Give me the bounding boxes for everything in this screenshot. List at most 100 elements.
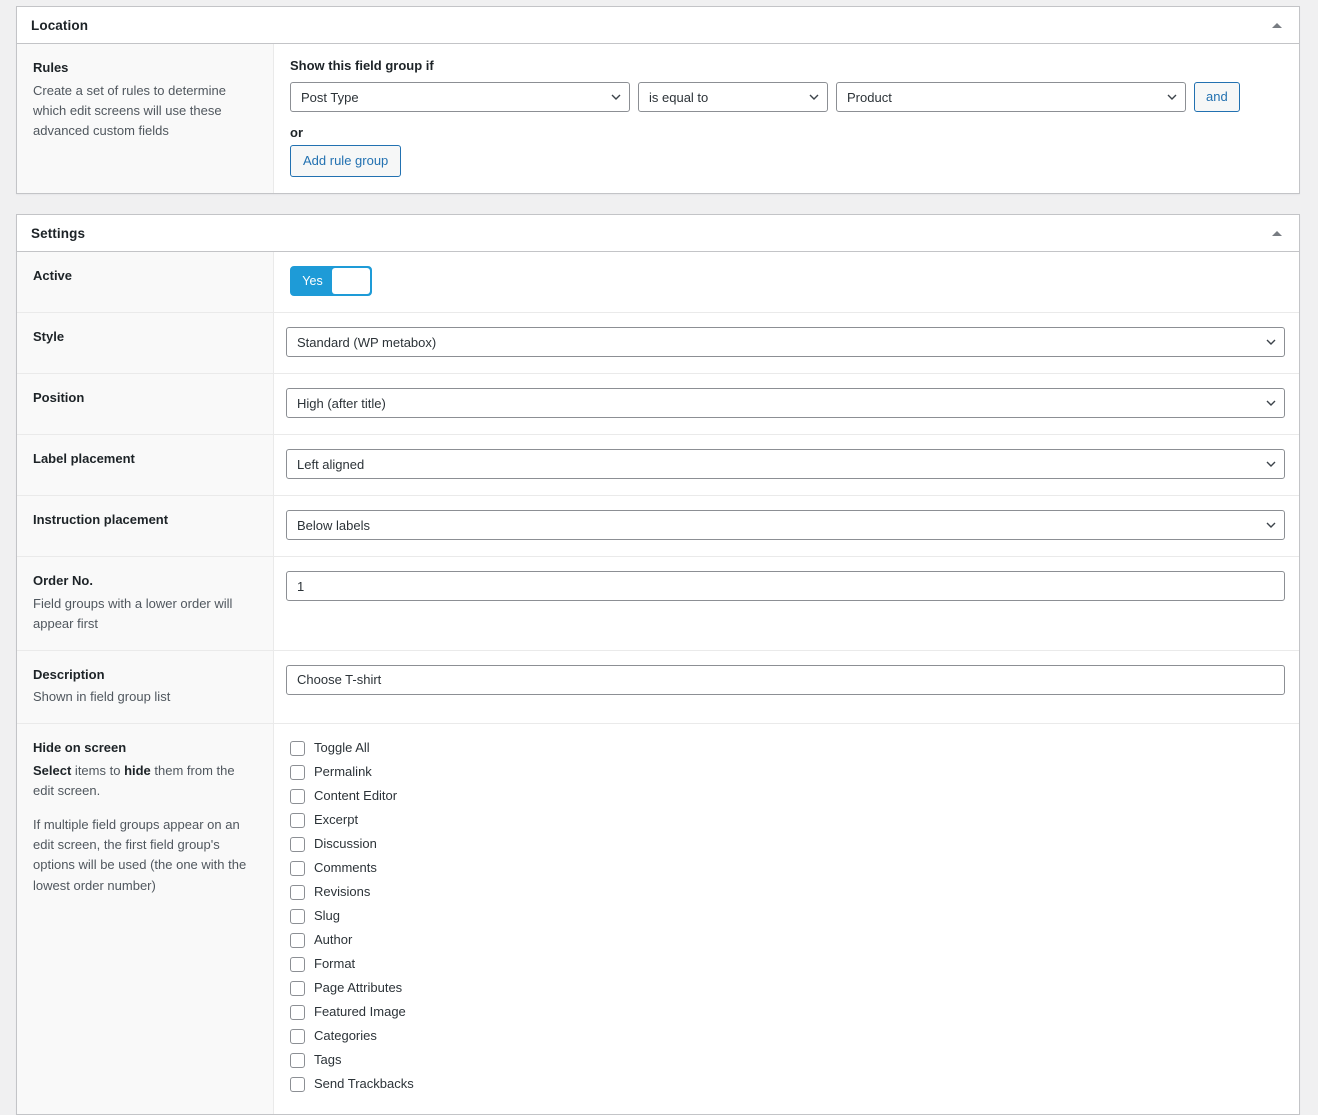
hide-on-screen-checkbox-label: Permalink: [314, 764, 372, 780]
checkbox-icon[interactable]: [290, 956, 305, 972]
rules-label-cell: Rules Create a set of rules to determine…: [17, 44, 274, 193]
checkbox-icon[interactable]: [290, 1052, 305, 1068]
hide-on-screen-checkbox-list: Toggle All Permalink Content Editor Excerpt…: [286, 736, 1285, 1096]
rule-param-select-wrap: [290, 82, 630, 112]
instruction-placement-label: Instruction placement: [33, 512, 169, 527]
label-placement-label: Label placement: [33, 451, 135, 466]
rule-operator-select[interactable]: [638, 82, 828, 112]
description-control-cell: [274, 650, 1299, 724]
hide-on-screen-checkbox-item[interactable]: Send Trackbacks: [290, 1072, 1285, 1096]
rules-intro-label: Show this field group if: [290, 58, 434, 73]
hide-on-screen-checkbox-item[interactable]: Discussion: [290, 832, 1285, 856]
hide-on-screen-label-cell: Hide on screen Select items to hide them…: [17, 724, 274, 1115]
hide-on-screen-checkbox-label: Discussion: [314, 836, 377, 852]
position-select[interactable]: [286, 388, 1285, 418]
hide-on-screen-checkbox-item[interactable]: Comments: [290, 856, 1285, 880]
position-select-wrap: [286, 388, 1285, 418]
hide-on-screen-checkbox-item[interactable]: Featured Image: [290, 1000, 1285, 1024]
settings-panel-header[interactable]: Settings: [17, 215, 1299, 252]
hide-desc-bold-hide: hide: [124, 762, 151, 778]
triangle-up-icon[interactable]: [1267, 15, 1287, 35]
active-toggle[interactable]: Yes: [290, 266, 372, 296]
location-panel-header[interactable]: Location: [17, 7, 1299, 44]
active-toggle-on-text: Yes: [302, 274, 323, 288]
label-placement-label-cell: Label placement: [17, 435, 274, 495]
hide-on-screen-checkbox-label: Toggle All: [314, 740, 370, 756]
description-label-cell: Description Shown in field group list: [17, 650, 274, 724]
hide-on-screen-checkbox-label: Author: [314, 932, 353, 948]
hide-on-screen-checkbox-label: Tags: [314, 1052, 342, 1068]
order-no-description: Field groups with a lower order will app…: [33, 595, 233, 631]
style-select[interactable]: [286, 327, 1285, 357]
checkbox-icon[interactable]: [290, 836, 305, 852]
checkbox-icon[interactable]: [290, 788, 305, 804]
instruction-placement-select[interactable]: [286, 510, 1285, 540]
hide-on-screen-checkbox-item[interactable]: Format: [290, 952, 1285, 976]
hide-on-screen-checkbox-item[interactable]: Slug: [290, 904, 1285, 928]
settings-panel-title: Settings: [31, 225, 86, 241]
checkbox-icon[interactable]: [290, 740, 305, 756]
checkbox-icon[interactable]: [290, 1028, 305, 1044]
hide-on-screen-checkbox-label: Content Editor: [314, 788, 398, 804]
hide-on-screen-checkbox-item[interactable]: Permalink: [290, 760, 1285, 784]
checkbox-icon[interactable]: [290, 908, 305, 924]
instruction-placement-control-cell: [274, 496, 1299, 556]
hide-on-screen-checkbox-item[interactable]: Author: [290, 928, 1285, 952]
hide-on-screen-checkbox-item[interactable]: Content Editor: [290, 784, 1285, 808]
triangle-up-icon[interactable]: [1267, 223, 1287, 243]
position-control-cell: [274, 374, 1299, 434]
checkbox-icon[interactable]: [290, 812, 305, 828]
setting-row-description: Description Shown in field group list: [17, 650, 1299, 725]
rule-value-select-wrap: [836, 82, 1186, 112]
label-placement-control-cell: [274, 435, 1299, 495]
style-label: Style: [33, 329, 65, 344]
description-label: Description: [33, 666, 105, 682]
add-and-rule-button[interactable]: and: [1194, 82, 1240, 112]
rules-control-cell: Show this field group if Post Type is eq…: [274, 44, 1299, 193]
position-label: Position: [33, 390, 85, 405]
checkbox-icon[interactable]: [290, 932, 305, 948]
hide-on-screen-checkbox-item[interactable]: Excerpt: [290, 808, 1285, 832]
rule-value-select[interactable]: [836, 82, 1186, 112]
hide-on-screen-checkbox-label: Excerpt: [314, 812, 359, 828]
rule-group-row: and: [290, 82, 1285, 112]
active-control-cell: Yes: [274, 252, 1299, 312]
hide-on-screen-label: Hide on screen: [33, 740, 127, 756]
hide-on-screen-description: Select items to hide them from the edit …: [33, 761, 257, 896]
description-input[interactable]: [286, 664, 1285, 695]
hide-on-screen-description-p1: Select items to hide them from the edit …: [33, 761, 257, 801]
active-label-cell: Active: [17, 252, 274, 312]
hide-on-screen-checkbox-item[interactable]: Revisions: [290, 880, 1285, 904]
order-no-control-cell: [274, 557, 1299, 650]
add-rule-group-button[interactable]: Add rule group: [290, 145, 402, 177]
checkbox-icon[interactable]: [290, 1004, 305, 1020]
hide-on-screen-checkbox-label: Send Trackbacks: [314, 1076, 414, 1092]
rule-param-select[interactable]: [290, 82, 630, 112]
style-control-cell: [274, 313, 1299, 373]
order-no-label: Order No.: [33, 573, 93, 588]
checkbox-icon[interactable]: [290, 980, 305, 996]
instruction-placement-select-wrap: [286, 510, 1285, 540]
rules-description: Create a set of rules to determine which…: [33, 82, 226, 138]
order-no-input[interactable]: [286, 571, 1285, 601]
checkbox-icon[interactable]: [290, 764, 305, 780]
hide-on-screen-checkbox-item[interactable]: Page Attributes: [290, 976, 1285, 1000]
checkbox-icon[interactable]: [290, 1076, 305, 1092]
setting-row-active: Active Yes: [17, 252, 1299, 313]
rules-label: Rules: [33, 60, 69, 75]
hide-on-screen-checkbox-label: Format: [314, 956, 356, 972]
hide-on-screen-checkbox-item[interactable]: Categories: [290, 1024, 1285, 1048]
checkbox-icon[interactable]: [290, 884, 305, 900]
hide-desc-mid: items to: [71, 762, 125, 778]
label-placement-select[interactable]: [286, 449, 1285, 479]
setting-row-label-placement: Label placement: [17, 435, 1299, 496]
hide-on-screen-checkbox-label: Slug: [314, 908, 341, 924]
location-panel-title: Location: [31, 17, 89, 33]
position-label-cell: Position: [17, 374, 274, 434]
hide-on-screen-checkbox-item[interactable]: Toggle All: [290, 736, 1285, 760]
settings-panel: Settings Active Yes Style Standard (WP m…: [16, 214, 1300, 1115]
order-no-label-cell: Order No. Field groups with a lower orde…: [17, 557, 274, 650]
or-separator-label: or: [290, 125, 303, 140]
checkbox-icon[interactable]: [290, 860, 305, 876]
hide-on-screen-checkbox-item[interactable]: Tags: [290, 1048, 1285, 1072]
